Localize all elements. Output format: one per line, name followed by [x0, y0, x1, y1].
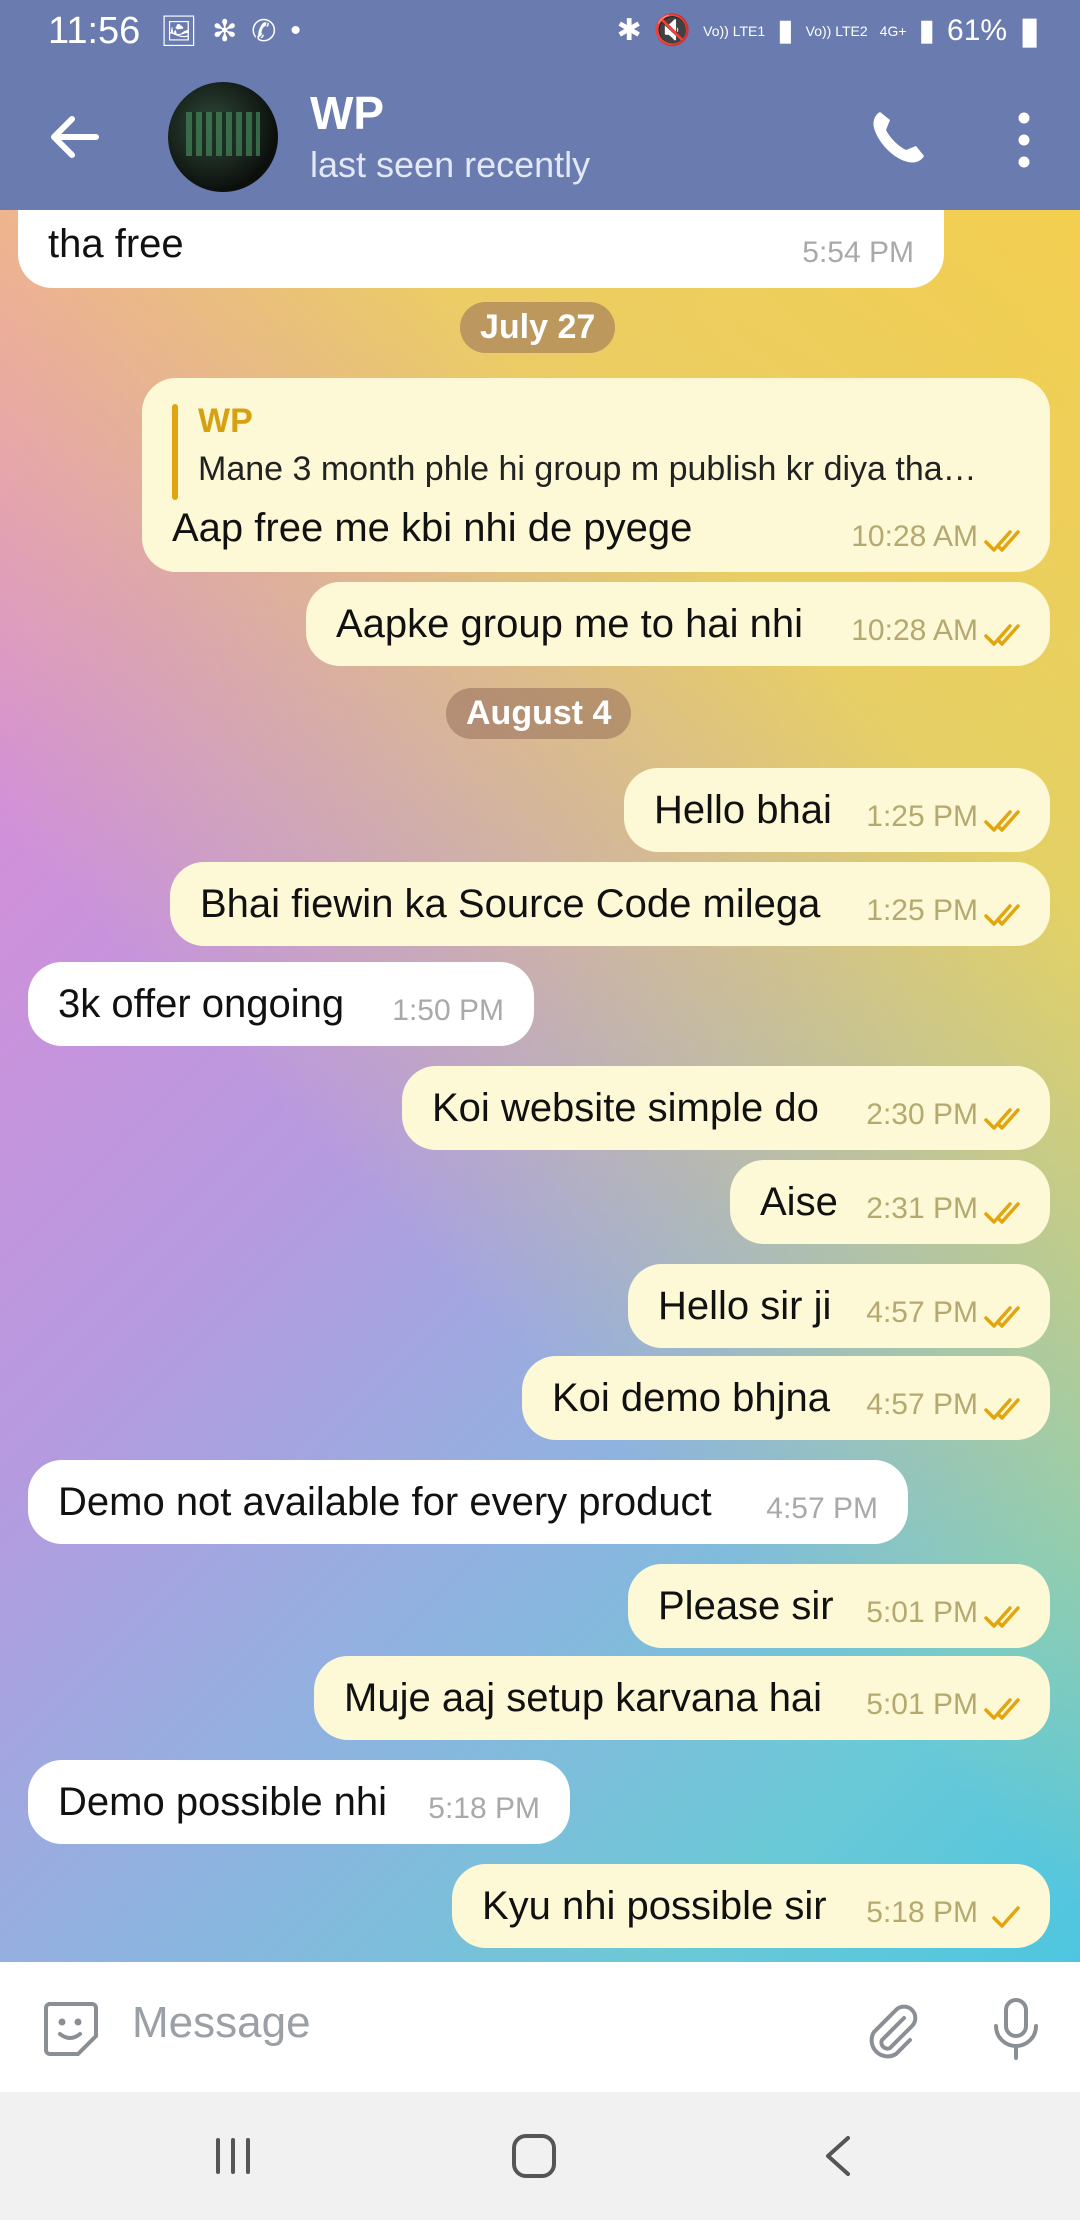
- volte1-label: Vo)) LTE1: [703, 22, 766, 39]
- battery-icon: ▮: [1019, 10, 1040, 52]
- double-check-icon: [984, 1398, 1020, 1420]
- attach-icon[interactable]: [860, 1998, 924, 2062]
- message-input[interactable]: Message: [132, 1998, 311, 2048]
- home-icon[interactable]: [508, 2130, 560, 2182]
- message-time: 2:31 PM: [866, 1192, 978, 1225]
- message-bubble-outgoing[interactable]: Koi demo bhjna 4:57 PM: [522, 1356, 1050, 1440]
- message-bubble-incoming[interactable]: 3k offer ongoing 1:50 PM: [28, 962, 534, 1046]
- bluetooth-icon: ✱: [616, 14, 642, 47]
- message-text: Koi website simple do: [432, 1086, 819, 1130]
- dot-icon: •: [290, 14, 301, 47]
- contact-status: last seen recently: [310, 144, 591, 185]
- single-check-icon: [992, 1906, 1020, 1928]
- message-text: Muje aaj setup karvana hai: [344, 1676, 823, 1720]
- mute-icon: 🔇: [653, 14, 692, 47]
- double-check-icon: [984, 624, 1020, 646]
- message-text: Demo not available for every product: [58, 1480, 712, 1524]
- message-bubble-outgoing[interactable]: Kyu nhi possible sir 5:18 PM: [452, 1864, 1050, 1948]
- message-bubble-outgoing[interactable]: WP Mane 3 month phle hi group m publish …: [142, 378, 1050, 572]
- battery-percent: 61%: [947, 13, 1008, 47]
- message-bubble-outgoing[interactable]: Hello bhai 1:25 PM: [624, 768, 1050, 852]
- message-text: Demo possible nhi: [58, 1780, 388, 1824]
- message-bubble-incoming[interactable]: Demo possible nhi 5:18 PM: [28, 1760, 570, 1844]
- message-text: Hello bhai: [654, 788, 832, 832]
- whatsapp-icon: ✆: [251, 15, 277, 48]
- microphone-icon[interactable]: [984, 1994, 1048, 2064]
- message-text: Aap free me kbi nhi de pyege: [172, 506, 693, 550]
- message-bubble-outgoing[interactable]: Muje aaj setup karvana hai 5:01 PM: [314, 1656, 1050, 1740]
- recents-icon[interactable]: [208, 2132, 258, 2180]
- message-text: Bhai fiewin ka Source Code milega: [200, 882, 821, 926]
- message-text: tha free: [48, 222, 184, 266]
- date-divider: August 4: [446, 688, 632, 739]
- message-bubble-outgoing[interactable]: Koi website simple do 2:30 PM: [402, 1066, 1050, 1150]
- double-check-icon: [984, 1606, 1020, 1628]
- sticker-icon[interactable]: [38, 1996, 102, 2060]
- message-time: 2:30 PM: [866, 1098, 978, 1131]
- chat-header: WP last seen recently: [0, 66, 1080, 210]
- message-time: 10:28 AM: [851, 614, 978, 647]
- nav-back-icon[interactable]: [818, 2130, 858, 2182]
- contact-name[interactable]: WP: [310, 86, 384, 140]
- message-time: 4:57 PM: [766, 1492, 878, 1525]
- volte2-label: Vo)) LTE2: [805, 22, 868, 39]
- phone-call-icon[interactable]: [866, 106, 930, 170]
- pinwheel-icon: ✻: [212, 15, 238, 48]
- message-time: 5:18 PM: [428, 1792, 540, 1825]
- message-text: Koi demo bhjna: [552, 1376, 830, 1420]
- message-text: Hello sir ji: [658, 1284, 832, 1328]
- more-options-icon[interactable]: [1014, 110, 1034, 170]
- reply-preview-text: Mane 3 month phle hi group m publish kr …: [198, 450, 977, 488]
- message-time: 1:25 PM: [866, 800, 978, 833]
- double-check-icon: [984, 1306, 1020, 1328]
- message-bubble-outgoing[interactable]: Please sir 5:01 PM: [628, 1564, 1050, 1648]
- message-time: 4:57 PM: [866, 1296, 978, 1329]
- message-bubble-incoming[interactable]: tha free 5:54 PM: [18, 210, 944, 288]
- reply-sender: WP: [198, 402, 253, 440]
- message-bubble-outgoing[interactable]: Aise 2:31 PM: [730, 1160, 1050, 1244]
- status-bar: 11:56 🖼 ✻ ✆ • ✱ 🔇 Vo)) LTE1 ▮ Vo)) LTE2 …: [0, 0, 1080, 66]
- double-check-icon: [984, 1698, 1020, 1720]
- message-bubble-outgoing[interactable]: Aapke group me to hai nhi 10:28 AM: [306, 582, 1050, 666]
- system-nav-bar: [0, 2092, 1080, 2220]
- message-time: 5:18 PM: [866, 1896, 978, 1929]
- message-time: 10:28 AM: [851, 520, 978, 553]
- message-time: 1:25 PM: [866, 894, 978, 927]
- message-text: Please sir: [658, 1584, 834, 1628]
- message-time: 5:01 PM: [866, 1688, 978, 1721]
- double-check-icon: [984, 1202, 1020, 1224]
- chat-area[interactable]: tha free 5:54 PM July 27 WP Mane 3 month…: [0, 210, 1080, 1962]
- double-check-icon: [984, 530, 1020, 552]
- message-time: 5:01 PM: [866, 1596, 978, 1629]
- double-check-icon: [984, 810, 1020, 832]
- image-icon: 🖼: [160, 15, 199, 48]
- signal2-icon: ▮: [918, 14, 936, 47]
- message-bubble-outgoing[interactable]: Hello sir ji 4:57 PM: [628, 1264, 1050, 1348]
- double-check-icon: [984, 1108, 1020, 1130]
- signal1-icon: ▮: [777, 14, 794, 47]
- contact-avatar[interactable]: [168, 82, 278, 192]
- status-time: 11:56: [48, 10, 141, 52]
- message-time: 5:54 PM: [802, 236, 914, 269]
- message-bubble-incoming[interactable]: Demo not available for every product 4:5…: [28, 1460, 908, 1544]
- message-bubble-outgoing[interactable]: Bhai fiewin ka Source Code milega 1:25 P…: [170, 862, 1050, 946]
- message-text: Aise: [760, 1180, 838, 1224]
- message-text: 3k offer ongoing: [58, 982, 345, 1026]
- network-label: 4G+: [879, 22, 907, 39]
- message-time: 4:57 PM: [866, 1388, 978, 1421]
- message-input-bar: Message: [0, 1962, 1080, 2092]
- message-time: 1:50 PM: [392, 994, 504, 1027]
- reply-accent-bar: [172, 404, 178, 500]
- double-check-icon: [984, 904, 1020, 926]
- message-text: Kyu nhi possible sir: [482, 1884, 827, 1928]
- message-text: Aapke group me to hai nhi: [336, 602, 803, 646]
- date-divider: July 27: [460, 302, 616, 353]
- back-arrow-icon[interactable]: [40, 102, 110, 172]
